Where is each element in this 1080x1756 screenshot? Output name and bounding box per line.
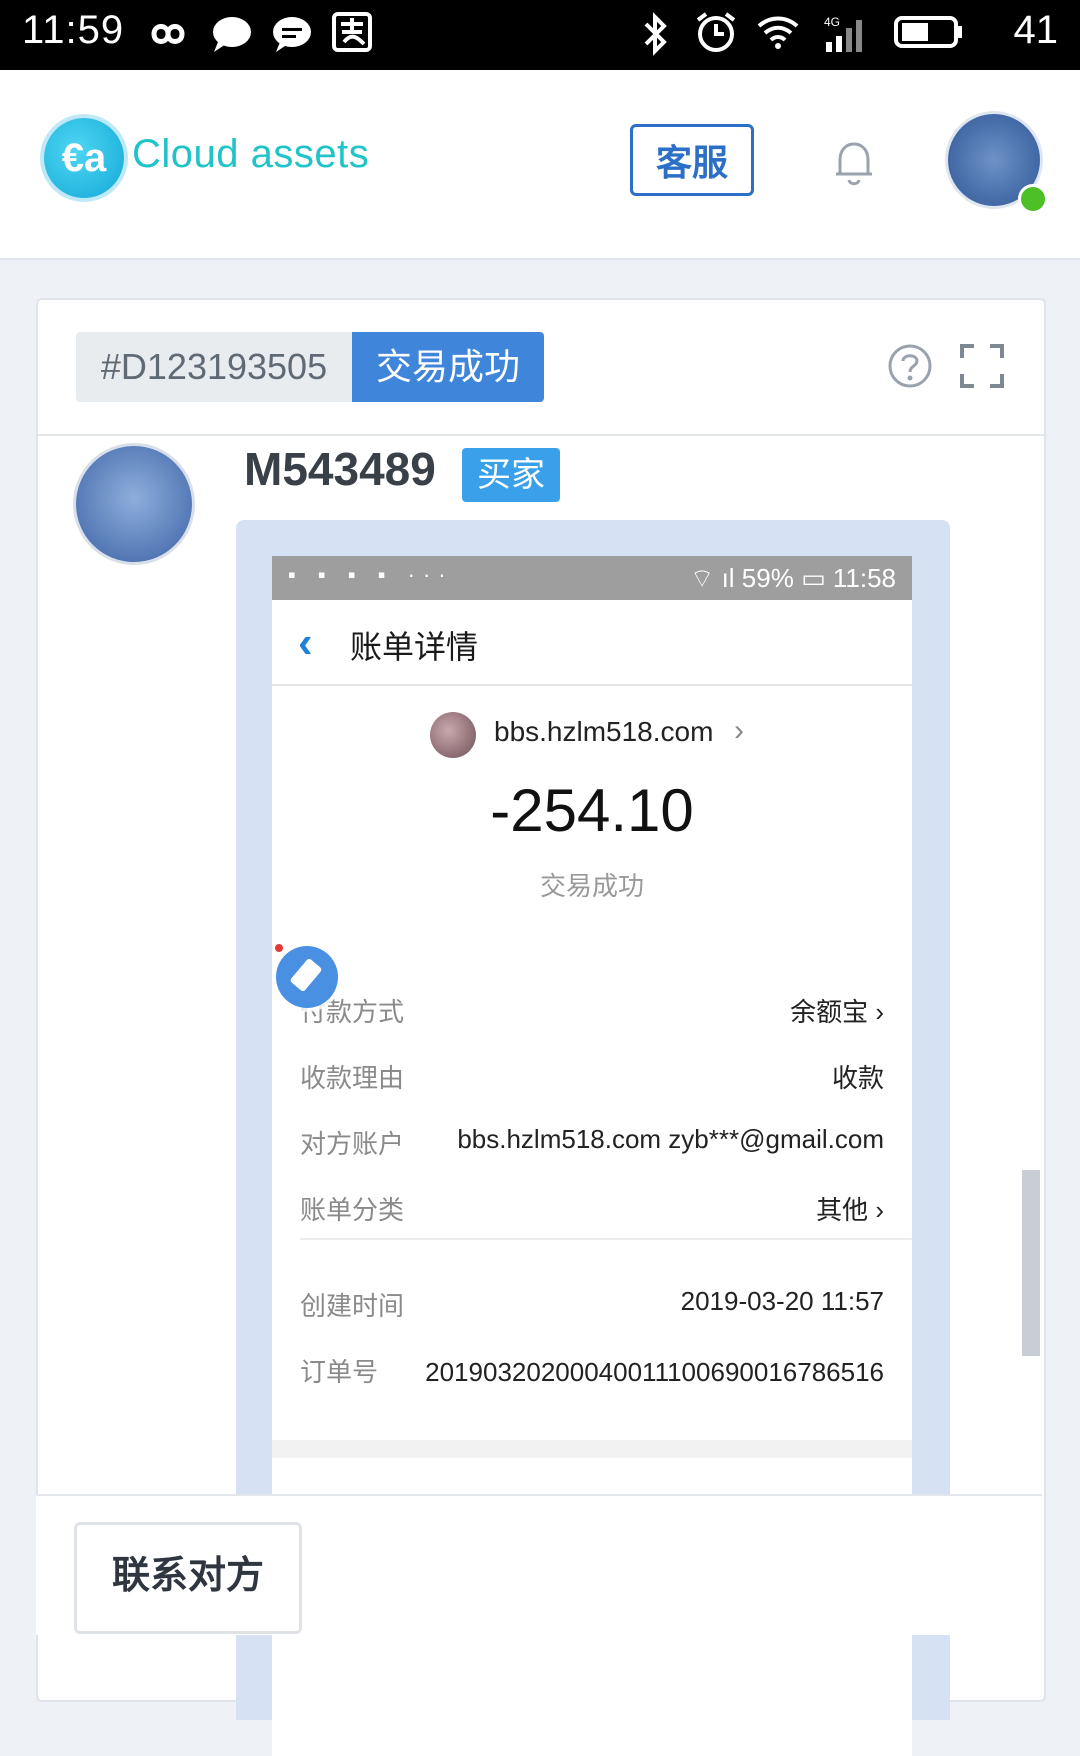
bell-icon[interactable] [830, 138, 878, 188]
notification-dot [275, 944, 283, 952]
screenshot-battery: 59% [741, 563, 794, 593]
detail-value: 收款 [831, 1063, 884, 1093]
screenshot-page-title: 账单详情 [350, 629, 479, 665]
detail-value: 20190320200040011100690016786516 [425, 1357, 884, 1387]
payment-status: 交易成功 [539, 871, 644, 901]
detail-value: 余额宝 › [790, 997, 884, 1027]
alipay-icon [332, 12, 372, 52]
order-status-badge: 交易成功 [352, 332, 544, 402]
detail-divider [300, 1238, 912, 1240]
alarm-icon [696, 12, 736, 52]
detail-key: 账单分类 [300, 1195, 405, 1225]
scrollbar[interactable] [1022, 1170, 1040, 1356]
app-header: €a Cloud assets 客服 [0, 70, 1080, 260]
battery-level: 41 [1013, 8, 1059, 52]
detail-row: 创建时间 2019-03-20 11:57 [300, 1286, 884, 1326]
detail-key: 收款理由 [300, 1063, 405, 1093]
order-id: #D123193505 [76, 332, 352, 402]
merchant-row: bbs.hzlm518.com › [272, 710, 912, 760]
buyer-avatar [76, 446, 192, 562]
screenshot-bottom-strip [272, 1440, 912, 1458]
contact-counterparty-button[interactable]: 联系对方 [74, 1522, 302, 1634]
detail-value: 2019-03-20 11:57 [680, 1286, 884, 1316]
floating-clean-button[interactable] [276, 946, 338, 1008]
buyer-role-tag: 买家 [462, 448, 560, 502]
battery-icon [894, 16, 962, 48]
detail-row: 付款方式 余额宝 › [300, 992, 884, 1032]
detail-key: 订单号 [300, 1357, 379, 1387]
chat-bubble-icon [213, 17, 251, 52]
logo-text: Cloud assets [132, 132, 370, 176]
detail-key: 对方账户 [300, 1129, 405, 1159]
screenshot-status-bar: ▪ ▪ ▪ ▪ ··· ⌔ ıl 59% ▭ 11:58 [272, 556, 912, 600]
chevron-right-icon: › [734, 714, 744, 747]
order-card: #D123193505 交易成功 M543489 买家 ▪ ▪ ▪ ▪ ··· … [36, 298, 1046, 1756]
screenshot-time: 11:58 [832, 563, 896, 593]
order-card-header: #D123193505 交易成功 [38, 300, 1044, 436]
screenshot-nav-bar: ‹ 账单详情 [272, 600, 912, 686]
screenshot-status-icons: ▪ ▪ ▪ ▪ ··· [288, 562, 454, 587]
detail-row: 收款理由 收款 [300, 1058, 884, 1098]
status-time: 11:59 [22, 8, 125, 52]
svg-text:4G: 4G [824, 15, 840, 29]
infinity-icon [151, 24, 185, 44]
payment-amount: -254.10 [490, 777, 694, 844]
action-footer: 联系对方 [36, 1494, 1042, 1635]
detail-value: 其他 › [816, 1195, 884, 1225]
online-status-dot [1018, 184, 1048, 214]
detail-row: 订单号 20190320200040011100690016786516 [300, 1352, 884, 1432]
buyer-name: M543489 [244, 443, 436, 495]
back-arrow-icon: ‹ [298, 618, 313, 667]
detail-row: 账单分类 其他 › [300, 1190, 884, 1230]
bluetooth-icon [644, 12, 667, 56]
merchant-logo [430, 712, 476, 758]
screenshot-status-right: ⌔ ıl 59% ▭ 11:58 [689, 563, 896, 593]
message-icon [273, 17, 311, 52]
customer-service-button[interactable]: 客服 [630, 124, 754, 196]
detail-row: 对方账户 bbs.hzlm518.com zyb***@gmail.com [300, 1124, 884, 1164]
logo-icon: €a [44, 118, 124, 198]
wifi-icon [757, 16, 799, 49]
detail-value: bbs.hzlm518.com zyb***@gmail.com [457, 1124, 884, 1154]
system-status-bar: 11:59 4G 41 [0, 0, 1080, 70]
signal-4g-icon: 4G [824, 15, 862, 52]
expand-icon[interactable] [958, 342, 1006, 390]
help-icon[interactable] [886, 342, 934, 390]
merchant-name: bbs.hzlm518.com [494, 716, 714, 747]
detail-key: 创建时间 [300, 1291, 405, 1321]
